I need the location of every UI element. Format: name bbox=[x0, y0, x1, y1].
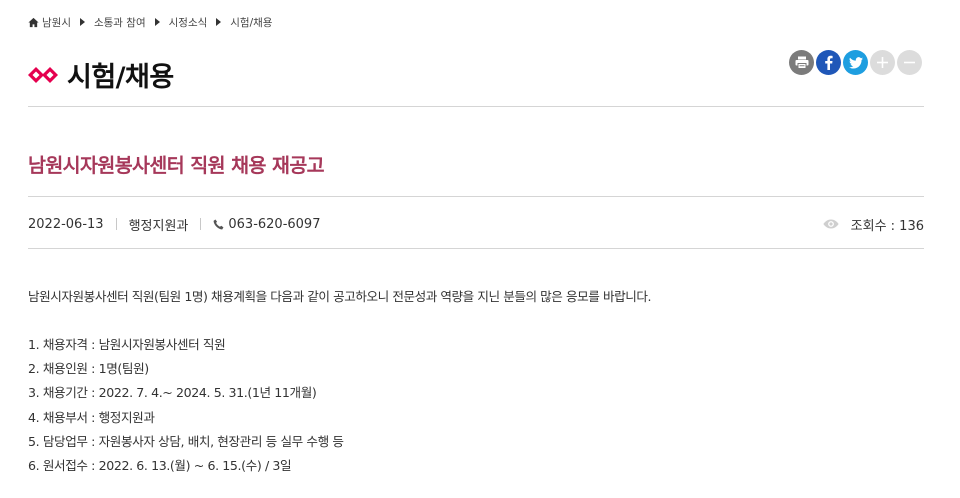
post-department: 행정지원과 bbox=[128, 218, 189, 234]
facebook-share-button[interactable] bbox=[816, 50, 841, 75]
meta-separator bbox=[115, 218, 117, 230]
breadcrumb: 남원시 소통과 참여 시정소식 시험/채용 bbox=[28, 15, 272, 29]
breadcrumb-arrow-icon bbox=[79, 18, 85, 26]
post-intro: 남원시자원봉사센터 직원(팀원 1명) 채용계획을 다음과 같이 공고하오니 전… bbox=[28, 289, 652, 304]
zoom-in-button[interactable] bbox=[870, 50, 895, 75]
post-details-list: 1. 채용자격 : 남원시자원봉사센터 직원 2. 채용인원 : 1명(팀원) … bbox=[28, 336, 344, 481]
post-title: 남원시자원봉사센터 직원 채용 재공고 bbox=[28, 154, 325, 177]
list-item: 5. 담당업무 : 자원봉사자 상담, 배치, 현장관리 등 실무 수행 등 bbox=[28, 433, 344, 449]
view-count-text: 조회수 : 136 bbox=[850, 218, 924, 234]
twitter-icon bbox=[848, 56, 863, 69]
print-icon bbox=[795, 56, 808, 69]
breadcrumb-arrow-icon bbox=[216, 18, 222, 26]
breadcrumb-item-current[interactable]: 시험/채용 bbox=[230, 15, 272, 30]
meta-divider bbox=[28, 248, 924, 249]
print-button[interactable] bbox=[789, 50, 814, 75]
list-item: 6. 원서접수 : 2022. 6. 13.(월) ~ 6. 15.(수) / … bbox=[28, 457, 292, 473]
facebook-icon bbox=[825, 55, 833, 70]
post-date: 2022-06-13 bbox=[28, 216, 104, 232]
post-phone: 063-620-6097 bbox=[228, 216, 321, 232]
twitter-share-button[interactable] bbox=[843, 50, 868, 75]
meta-separator bbox=[200, 218, 202, 230]
eye-icon bbox=[823, 219, 839, 229]
breadcrumb-item-home[interactable]: 남원시 bbox=[42, 15, 71, 30]
breadcrumb-item-communication[interactable]: 소통과 참여 bbox=[94, 15, 146, 30]
zoom-out-button[interactable] bbox=[897, 50, 922, 75]
home-icon[interactable] bbox=[28, 17, 39, 28]
phone-icon bbox=[213, 219, 224, 229]
list-item: 3. 채용기간 : 2022. 7. 4.~ 2024. 5. 31.(1년 1… bbox=[28, 385, 317, 401]
breadcrumb-item-city-news[interactable]: 시정소식 bbox=[169, 15, 208, 30]
page-header: 시험/채용 bbox=[28, 55, 174, 94]
list-item: 2. 채용인원 : 1명(팀원) bbox=[28, 361, 149, 377]
view-count: 조회수 : 136 bbox=[823, 215, 924, 234]
title-divider bbox=[28, 196, 924, 197]
share-toolbar bbox=[789, 50, 922, 75]
list-item: 1. 채용자격 : 남원시자원봉사센터 직원 bbox=[28, 337, 226, 352]
page-title: 시험/채용 bbox=[67, 62, 174, 93]
zoom-in-icon bbox=[877, 57, 888, 68]
post-meta: 2022-06-13 행정지원과 063-620-6097 bbox=[28, 215, 321, 234]
header-divider bbox=[28, 106, 924, 107]
breadcrumb-arrow-icon bbox=[154, 18, 160, 26]
title-mark-icon bbox=[28, 66, 58, 83]
zoom-out-icon bbox=[904, 61, 915, 64]
list-item: 4. 채용부서 : 행정지원과 bbox=[28, 409, 155, 425]
